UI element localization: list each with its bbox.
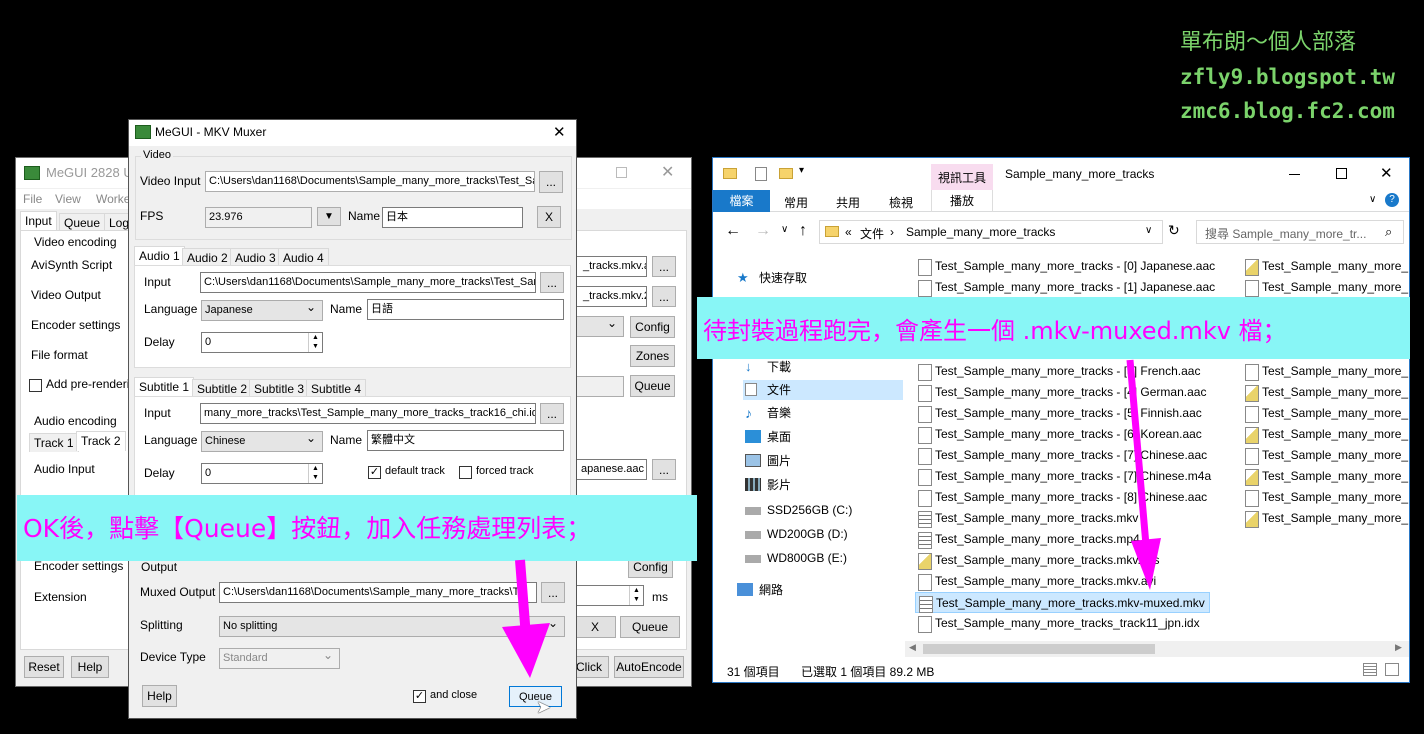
arrow-overlays: [502, 359, 1161, 678]
arrow-to-muxed-file-icon: [1126, 359, 1161, 590]
arrow-to-queue-icon: [502, 559, 550, 678]
